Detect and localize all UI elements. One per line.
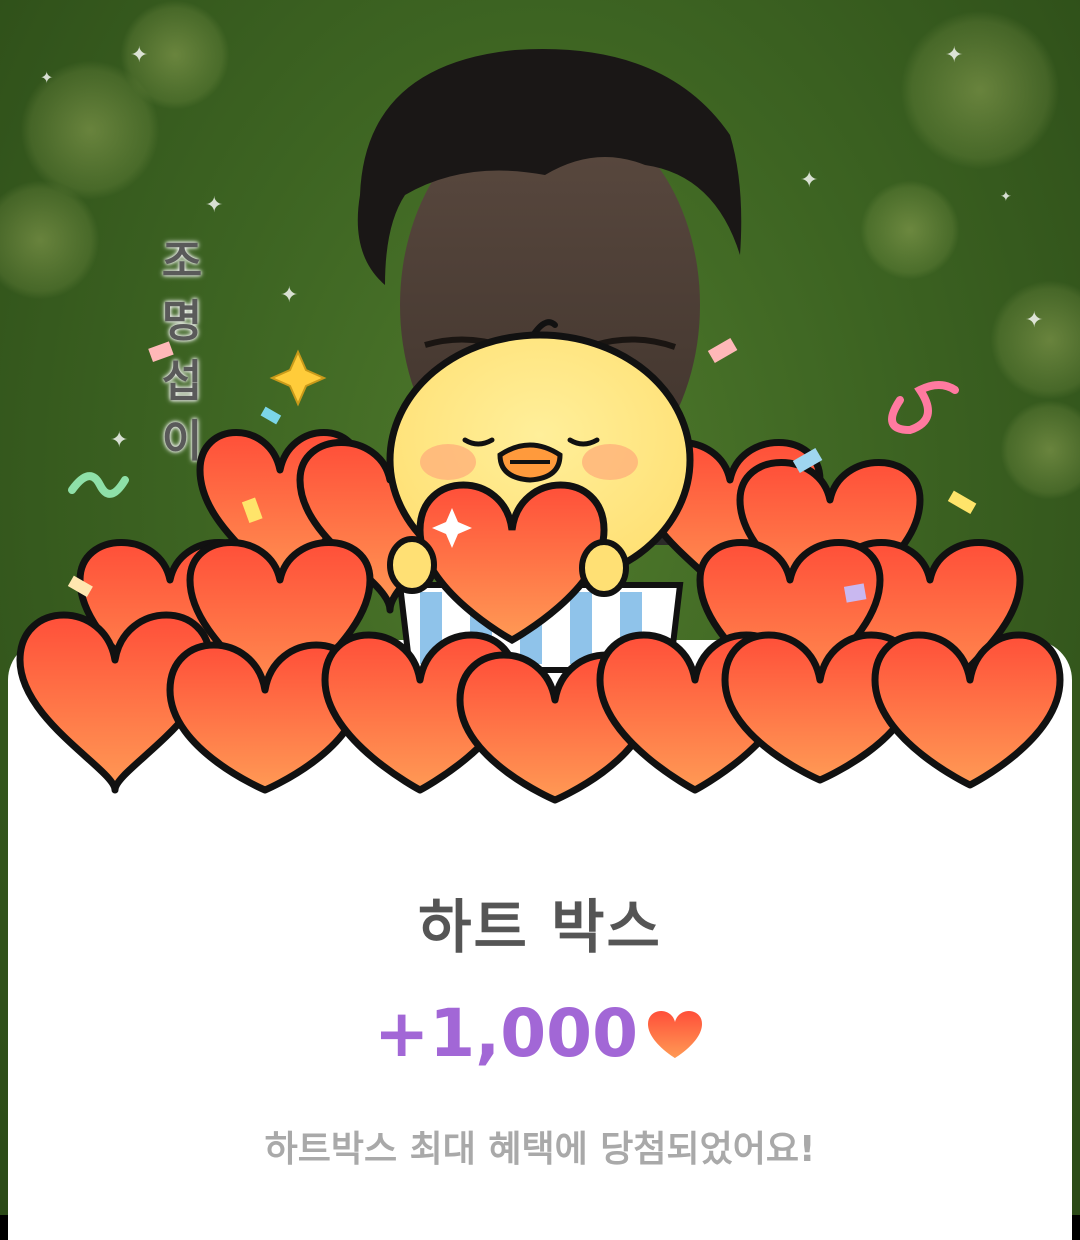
heart-icon <box>648 1010 703 1058</box>
chick-character <box>386 319 694 673</box>
reward-amount-text: +1,000 <box>373 995 639 1072</box>
popup-title: 하트 박스 <box>418 893 662 961</box>
reward-amount: +1,000 <box>0 995 1080 1072</box>
popup-message: 하트박스 최대 혜택에 당첨되었어요! <box>264 1129 816 1170</box>
heart-box-illustration <box>16 319 1064 804</box>
